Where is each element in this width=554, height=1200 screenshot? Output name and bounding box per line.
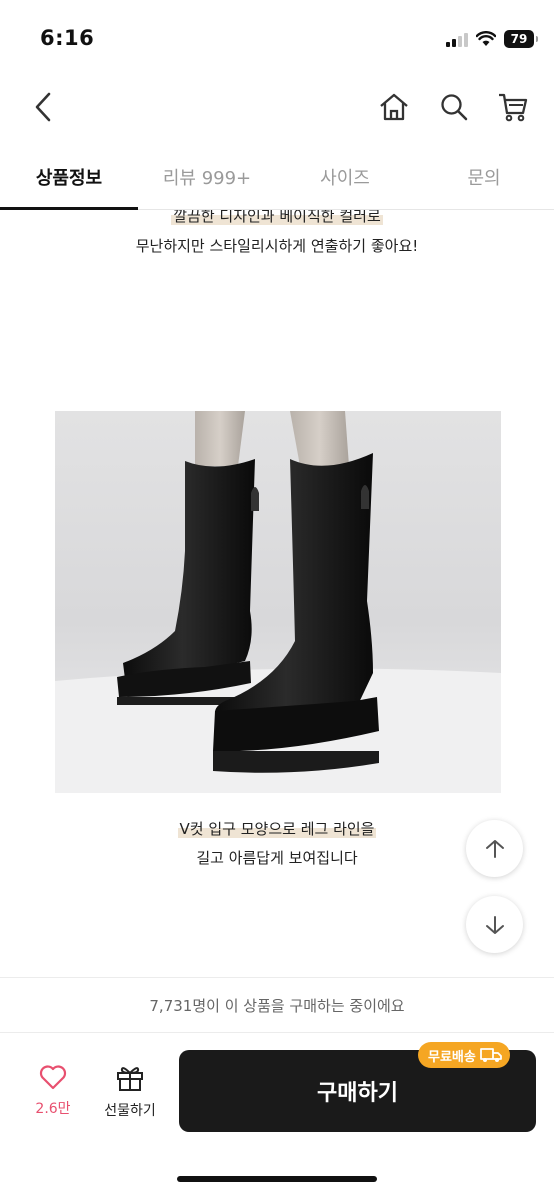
cart-button[interactable]: [496, 90, 530, 124]
signal-icon: [446, 31, 468, 47]
top-nav: [0, 80, 554, 136]
gift-label: 선물하기: [104, 1103, 156, 1119]
back-button[interactable]: [26, 90, 60, 124]
gift-icon: [117, 1067, 143, 1091]
home-indicator: [177, 1176, 377, 1182]
gift-button[interactable]: 선물하기: [96, 1064, 164, 1124]
tab-inquiry[interactable]: 문의: [414, 150, 554, 209]
buy-button-label: 구매하기: [317, 1081, 398, 1106]
purchase-info-bar: 7,731명이 이 상품을 구매하는 중이에요: [0, 977, 554, 1033]
caption-top-line2: 무난하지만 스타일리시하게 연출하기 좋아요!: [135, 237, 419, 255]
caption-top-line1: 깔끔한 디자인과 베이직한 컬러로: [0, 210, 554, 226]
search-button[interactable]: [437, 90, 471, 124]
arrow-up-icon: [485, 839, 504, 858]
status-bar: 6:16 79: [0, 0, 554, 76]
battery-level: 79: [510, 32, 528, 46]
scroll-down-button[interactable]: [466, 896, 523, 953]
status-indicators: 79: [446, 30, 538, 48]
arrow-down-icon: [485, 915, 504, 934]
product-photo: [55, 411, 501, 793]
boots-image: [55, 411, 501, 793]
battery-icon: 79: [504, 30, 538, 48]
home-icon: [380, 93, 408, 121]
free-shipping-badge: 무료배송: [418, 1042, 510, 1068]
truck-icon: [479, 1048, 502, 1062]
tab-reviews[interactable]: 리뷰 999+: [138, 150, 276, 209]
heart-icon: [39, 1065, 67, 1090]
status-time: 6:16: [40, 26, 95, 50]
like-button[interactable]: 2.6만: [22, 1064, 84, 1124]
like-count: 2.6만: [35, 1101, 71, 1117]
purchase-info-text: 7,731명이 이 상품을 구매하는 중이에요: [149, 996, 405, 1015]
search-icon: [441, 94, 468, 121]
tab-size[interactable]: 사이즈: [276, 150, 414, 209]
tab-product-info[interactable]: 상품정보: [0, 150, 138, 210]
back-icon: [35, 92, 51, 122]
scroll-up-button[interactable]: [466, 820, 523, 877]
wifi-icon: [476, 31, 496, 46]
cart-icon: [499, 93, 528, 122]
home-button[interactable]: [377, 90, 411, 124]
product-tabs: 상품정보 리뷰 999+ 사이즈 문의: [0, 150, 554, 210]
bottom-action-bar: 2.6만 선물하기 구매하기 무료배송: [0, 1034, 554, 1200]
product-detail-content[interactable]: 깔끔한 디자인과 베이직한 컬러로 무난하지만 스타일리시하게 연출하기 좋아요…: [0, 210, 554, 977]
free-shipping-label: 무료배송: [428, 1049, 476, 1065]
